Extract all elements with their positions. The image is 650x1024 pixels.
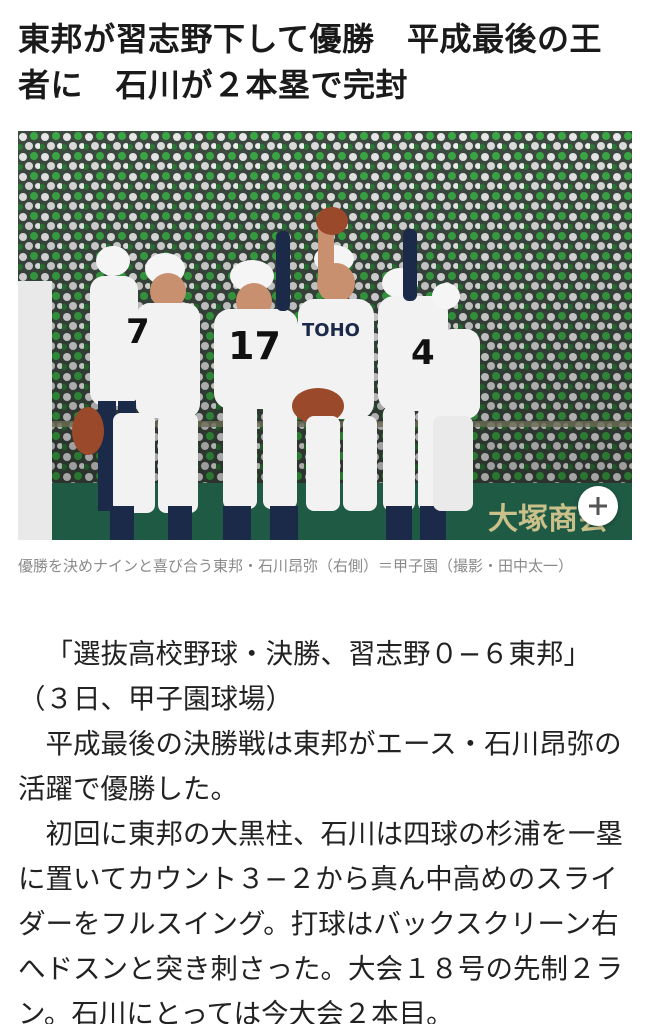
article-photo[interactable]: 大塚商会 7 17 TOHO 4 <box>18 131 632 540</box>
photo-caption: 優勝を決めナインと喜び合う東邦・石川昂弥（右側）＝甲子園（撮影・田中太一） <box>18 557 574 575</box>
uniform-number-7: 7 <box>126 312 150 352</box>
article-page: 東邦が習志野下して優勝 平成最後の王 者に 石川が２本塁で完封 大塚商会 7 1… <box>0 0 650 1024</box>
article-headline: 東邦が習志野下して優勝 平成最後の王 者に 石川が２本塁で完封 <box>18 20 603 104</box>
expand-photo-button[interactable] <box>578 486 618 526</box>
uniform-number-4: 4 <box>411 333 435 373</box>
article-paragraph: 「選抜高校野球・決勝、習志野０−６東邦」（３日、甲子園球場） <box>18 638 592 715</box>
article-body: 「選抜高校野球・決勝、習志野０−６東邦」（３日、甲子園球場） 平成最後の決勝戦は… <box>18 632 632 1024</box>
plus-icon <box>589 497 607 515</box>
celebration-photo-illustration: 大塚商会 7 17 TOHO 4 <box>18 131 632 540</box>
article-paragraph: 平成最後の決勝戦は東邦がエース・石川昂弥の活躍で優勝した。 <box>18 728 622 805</box>
uniform-number-17: 17 <box>228 324 281 368</box>
article-paragraph: 初回に東邦の大黒柱、石川は四球の杉浦を一塁に置いてカウント３−２から真ん中高めの… <box>18 818 623 1024</box>
team-name-text: TOHO <box>302 320 360 341</box>
